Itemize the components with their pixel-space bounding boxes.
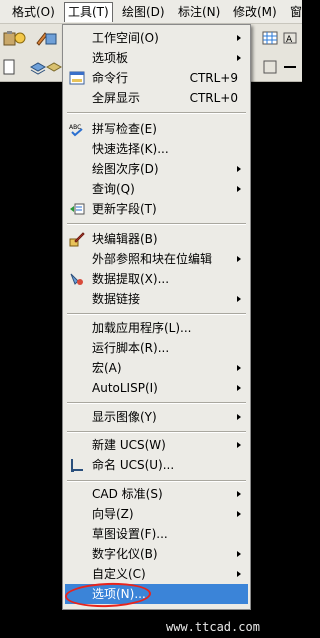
menu-item-new-ucs[interactable]: 新建 UCS(W) bbox=[65, 435, 248, 455]
menu-item-workspaces[interactable]: 工作空间(O) bbox=[65, 28, 248, 48]
menu-item-spelling[interactable]: ABC 拼写检查(E) bbox=[65, 119, 248, 139]
menu-item-label: 自定义(C) bbox=[92, 567, 146, 581]
menu-item-label: 数字化仪(B) bbox=[92, 547, 158, 561]
menu-item-macro[interactable]: 宏(A) bbox=[65, 358, 248, 378]
menu-item-label: 命令行 bbox=[92, 71, 129, 85]
menu-item-data-links[interactable]: 数据链接 bbox=[65, 289, 248, 309]
menu-item-block-editor[interactable]: 块编辑器(B) bbox=[65, 229, 248, 249]
menu-draw[interactable]: 绘图(D) bbox=[122, 2, 165, 22]
spell-check-icon: ABC bbox=[69, 124, 83, 137]
named-ucs-icon bbox=[71, 459, 83, 472]
submenu-arrow-icon bbox=[237, 491, 241, 497]
menu-separator bbox=[67, 223, 246, 225]
menu-window[interactable]: 窗 bbox=[290, 2, 302, 22]
menu-item-command-line[interactable]: 命令行 CTRL+9 bbox=[65, 68, 248, 88]
menu-item-update-fields[interactable]: 更新字段(T) bbox=[65, 199, 248, 219]
submenu-arrow-icon bbox=[237, 186, 241, 192]
menu-bar: 格式(O) 工具(T) 绘图(D) 标注(N) 修改(M) 窗 bbox=[0, 0, 302, 24]
linetype-icon[interactable] bbox=[282, 59, 298, 75]
match-properties-icon[interactable] bbox=[12, 30, 28, 46]
shortcut-label: CTRL+9 bbox=[189, 71, 238, 85]
submenu-arrow-icon bbox=[237, 166, 241, 172]
menu-item-label: 外部参照和块在位编辑 bbox=[92, 252, 213, 266]
menu-item-wizards[interactable]: 向导(Z) bbox=[65, 504, 248, 524]
submenu-arrow-icon bbox=[237, 35, 241, 41]
tools-dropdown-menu: 工作空间(O) 选项板 命令行 CTRL+9 全屏显示 CTRL+0 ABC 拼… bbox=[62, 24, 251, 610]
data-extraction-icon bbox=[70, 273, 83, 285]
menu-format[interactable]: 格式(O) bbox=[12, 2, 55, 22]
submenu-arrow-icon bbox=[237, 414, 241, 420]
menu-separator bbox=[67, 112, 246, 114]
menu-item-label: 向导(Z) bbox=[92, 507, 134, 521]
menu-separator bbox=[67, 480, 246, 482]
svg-text:A: A bbox=[286, 35, 293, 45]
menu-item-label: 数据链接 bbox=[92, 292, 141, 306]
menu-item-draw-order[interactable]: 绘图次序(D) bbox=[65, 159, 248, 179]
menu-item-load-application[interactable]: 加载应用程序(L)... bbox=[65, 318, 248, 338]
menu-item-label: 全屏显示 bbox=[92, 91, 141, 105]
submenu-arrow-icon bbox=[237, 551, 241, 557]
menu-item-label: 拼写检查(E) bbox=[92, 122, 157, 136]
block-icon[interactable] bbox=[44, 30, 60, 46]
menu-item-label: AutoLISP(I) bbox=[92, 381, 158, 395]
menu-item-autolisp[interactable]: AutoLISP(I) bbox=[65, 378, 248, 398]
menu-item-inquiry[interactable]: 查询(Q) bbox=[65, 179, 248, 199]
submenu-arrow-icon bbox=[237, 256, 241, 262]
menu-item-drafting-settings[interactable]: 草图设置(F)... bbox=[65, 524, 248, 544]
menu-item-xref-edit[interactable]: 外部参照和块在位编辑 bbox=[65, 249, 248, 269]
menu-item-clean-screen[interactable]: 全屏显示 CTRL+0 bbox=[65, 88, 248, 108]
menu-item-label: 宏(A) bbox=[92, 361, 122, 375]
menu-item-label: 草图设置(F)... bbox=[92, 527, 168, 541]
layers-icon[interactable] bbox=[30, 59, 46, 75]
menu-item-label: 更新字段(T) bbox=[92, 202, 157, 216]
menu-item-label: 运行脚本(R)... bbox=[92, 341, 170, 355]
menu-item-tablet[interactable]: 数字化仪(B) bbox=[65, 544, 248, 564]
menu-item-label: 数据提取(X)... bbox=[92, 272, 170, 286]
menu-item-label: 工作空间(O) bbox=[92, 31, 159, 45]
menu-tools[interactable]: 工具(T) bbox=[64, 2, 113, 22]
menu-item-palettes[interactable]: 选项板 bbox=[65, 48, 248, 68]
menu-item-cad-standards[interactable]: CAD 标准(S) bbox=[65, 484, 248, 504]
command-line-icon bbox=[69, 71, 85, 85]
submenu-arrow-icon bbox=[237, 511, 241, 517]
submenu-arrow-icon bbox=[237, 442, 241, 448]
watermark: www.ttcad.com bbox=[166, 620, 260, 634]
submenu-arrow-icon bbox=[237, 365, 241, 371]
layer-state-icon[interactable] bbox=[46, 59, 62, 75]
menu-item-run-script[interactable]: 运行脚本(R)... bbox=[65, 338, 248, 358]
menu-item-display-image[interactable]: 显示图像(Y) bbox=[65, 407, 248, 427]
shortcut-label: CTRL+0 bbox=[189, 91, 238, 105]
menu-item-label: 命名 UCS(U)... bbox=[92, 458, 175, 472]
menu-item-label: 查询(Q) bbox=[92, 182, 135, 196]
grid-icon[interactable] bbox=[262, 30, 278, 46]
submenu-arrow-icon bbox=[237, 55, 241, 61]
menu-modify[interactable]: 修改(M) bbox=[233, 2, 277, 22]
menu-item-label: CAD 标准(S) bbox=[92, 487, 163, 501]
menu-item-label: 绘图次序(D) bbox=[92, 162, 159, 176]
menu-item-label: 选项板 bbox=[92, 51, 129, 65]
block-editor-icon bbox=[69, 232, 85, 247]
menu-item-label: 加载应用程序(L)... bbox=[92, 321, 192, 335]
menu-item-customize[interactable]: 自定义(C) bbox=[65, 564, 248, 584]
submenu-arrow-icon bbox=[237, 385, 241, 391]
menu-separator bbox=[67, 431, 246, 433]
menu-item-label: 显示图像(Y) bbox=[92, 410, 157, 424]
menu-item-label: 快速选择(K)... bbox=[92, 142, 169, 156]
submenu-arrow-icon bbox=[237, 296, 241, 302]
menu-item-label: 新建 UCS(W) bbox=[92, 438, 166, 452]
menu-item-quick-select[interactable]: 快速选择(K)... bbox=[65, 139, 248, 159]
color-swatch-icon[interactable] bbox=[262, 59, 278, 75]
menu-item-data-extraction[interactable]: 数据提取(X)... bbox=[65, 269, 248, 289]
toolbar-grip-icon bbox=[3, 59, 15, 75]
menu-item-named-ucs[interactable]: 命名 UCS(U)... bbox=[65, 455, 248, 475]
update-field-icon bbox=[70, 203, 85, 215]
menu-item-label: 块编辑器(B) bbox=[92, 232, 158, 246]
dimension-icon[interactable]: A bbox=[282, 30, 298, 46]
submenu-arrow-icon bbox=[237, 571, 241, 577]
menu-separator bbox=[67, 313, 246, 315]
menu-dimension[interactable]: 标注(N) bbox=[178, 2, 220, 22]
menu-separator bbox=[67, 402, 246, 404]
